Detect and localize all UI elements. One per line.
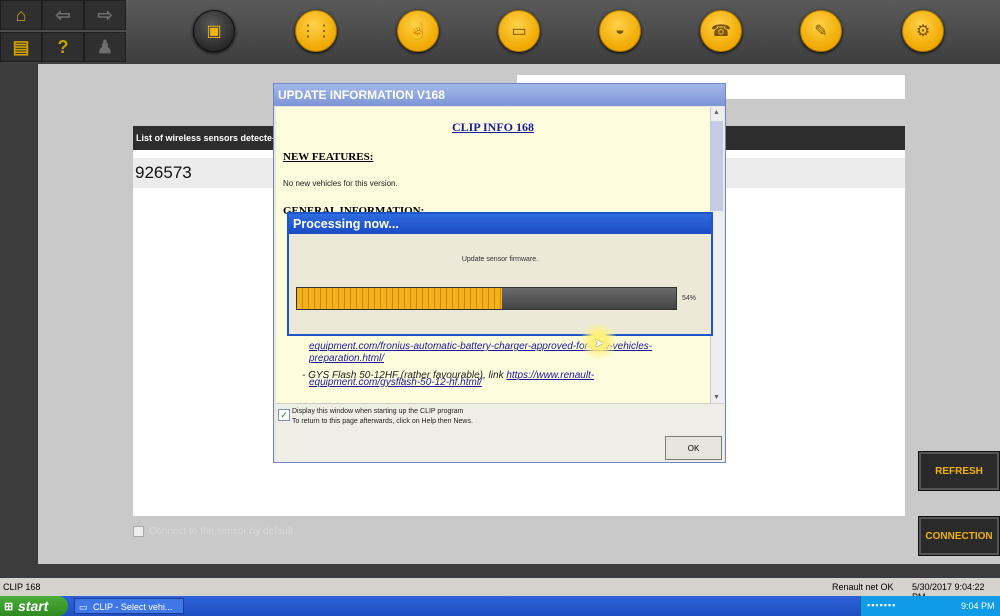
wrench-icon[interactable]: ✎ <box>800 10 842 52</box>
processing-dialog-title: Processing now... <box>289 214 711 234</box>
connection-button[interactable]: CONNECTION <box>919 517 999 555</box>
ecu-icon[interactable]: ▭ <box>498 10 540 52</box>
refresh-button[interactable]: REFRESH <box>919 452 999 490</box>
touch-hand-icon[interactable]: ☝ <box>397 10 439 52</box>
connection-label: CONNECTION <box>925 530 993 542</box>
new-features-heading: NEW FEATURES: <box>283 151 374 163</box>
scroll-down-icon[interactable]: ▼ <box>713 394 720 401</box>
display-on-startup-label: Display this window when starting up the… <box>292 408 464 415</box>
tray-icons[interactable]: ▪▪▪▪▪▪▪ <box>867 600 896 610</box>
phone-support-icon[interactable]: ☎ <box>700 10 742 52</box>
no-new-vehicles-text: No new vehicles for this version. <box>283 179 398 188</box>
forward-arrow-icon[interactable]: ⇨ <box>84 0 126 30</box>
progress-percent: 54% <box>682 295 697 302</box>
fronius-link-line2[interactable]: preparation.html/ <box>309 353 384 364</box>
system-tray: ▪▪▪▪▪▪▪ 9:04 PM <box>860 596 1000 616</box>
mouse-cursor-icon: ➤ <box>594 336 605 350</box>
gys-flash-link-line2[interactable]: equipment.com/gysflash-50-12-hf.html/ <box>309 377 482 388</box>
refresh-label: REFRESH <box>935 465 983 477</box>
update-dialog-title: UPDATE INFORMATION V168 <box>274 84 725 106</box>
top-toolbar: ⌂ ⇦ ⇨ ▤ ? ♟ ▣ ⋮⋮ ☝ ▭ ◒ ☎ ✎ ⚙ <box>0 0 1000 64</box>
status-bar: CLIP 168 Renault net OK 5/30/2017 9:04:2… <box>0 578 1000 602</box>
ok-button[interactable]: OK <box>665 436 722 460</box>
car-settings-icon[interactable]: ⚙ <box>902 10 944 52</box>
gearbox-icon[interactable]: ⋮⋮ <box>295 10 337 52</box>
network-status: Renault net OK <box>832 582 894 592</box>
default-sensor-checkbox[interactable] <box>133 526 144 537</box>
help-icon[interactable]: ? <box>42 32 84 62</box>
taskbar-item-clip[interactable]: ▭ CLIP - Select vehi... <box>74 598 184 614</box>
help-label: ? <box>57 36 69 57</box>
return-note: To return to this page afterwards, click… <box>292 418 473 425</box>
app-version: CLIP 168 <box>3 582 41 592</box>
scroll-up-icon[interactable]: ▲ <box>713 109 720 116</box>
car-diagnostic-icon[interactable]: ▣ <box>193 10 235 52</box>
default-sensor-checkbox-label: Connect to the sensor by default <box>149 526 293 538</box>
processing-message: Update sensor firmware. <box>461 256 539 263</box>
window-icon: ▭ <box>79 602 88 612</box>
windows-logo-icon: ⊞ <box>4 601 14 613</box>
ok-label: OK <box>687 443 700 453</box>
start-label: start <box>18 598 49 614</box>
start-button[interactable]: ⊞ start <box>0 596 68 616</box>
scrollbar-thumb[interactable] <box>711 121 723 211</box>
print-icon[interactable]: ▤ <box>0 32 42 62</box>
left-margin <box>0 64 38 564</box>
back-arrow-icon[interactable]: ⇦ <box>42 0 84 30</box>
user-car-icon[interactable]: ♟ <box>84 32 126 62</box>
taskbar-clock: 9:04 PM <box>961 601 995 611</box>
default-sensor-checkbox-row[interactable]: Connect to the sensor by default <box>133 526 293 537</box>
gys-flash-link[interactable]: https://www.renault- <box>506 370 594 381</box>
progress-bar-fill <box>297 288 502 309</box>
taskbar-item-label: CLIP - Select vehi... <box>93 602 173 612</box>
home-icon[interactable]: ⌂ <box>0 0 42 30</box>
vehicle-part-icon[interactable]: ◒ <box>599 10 641 52</box>
clip-info-heading: CLIP INFO 168 <box>451 120 534 134</box>
display-on-startup-checkbox[interactable]: ✓ <box>278 409 290 421</box>
